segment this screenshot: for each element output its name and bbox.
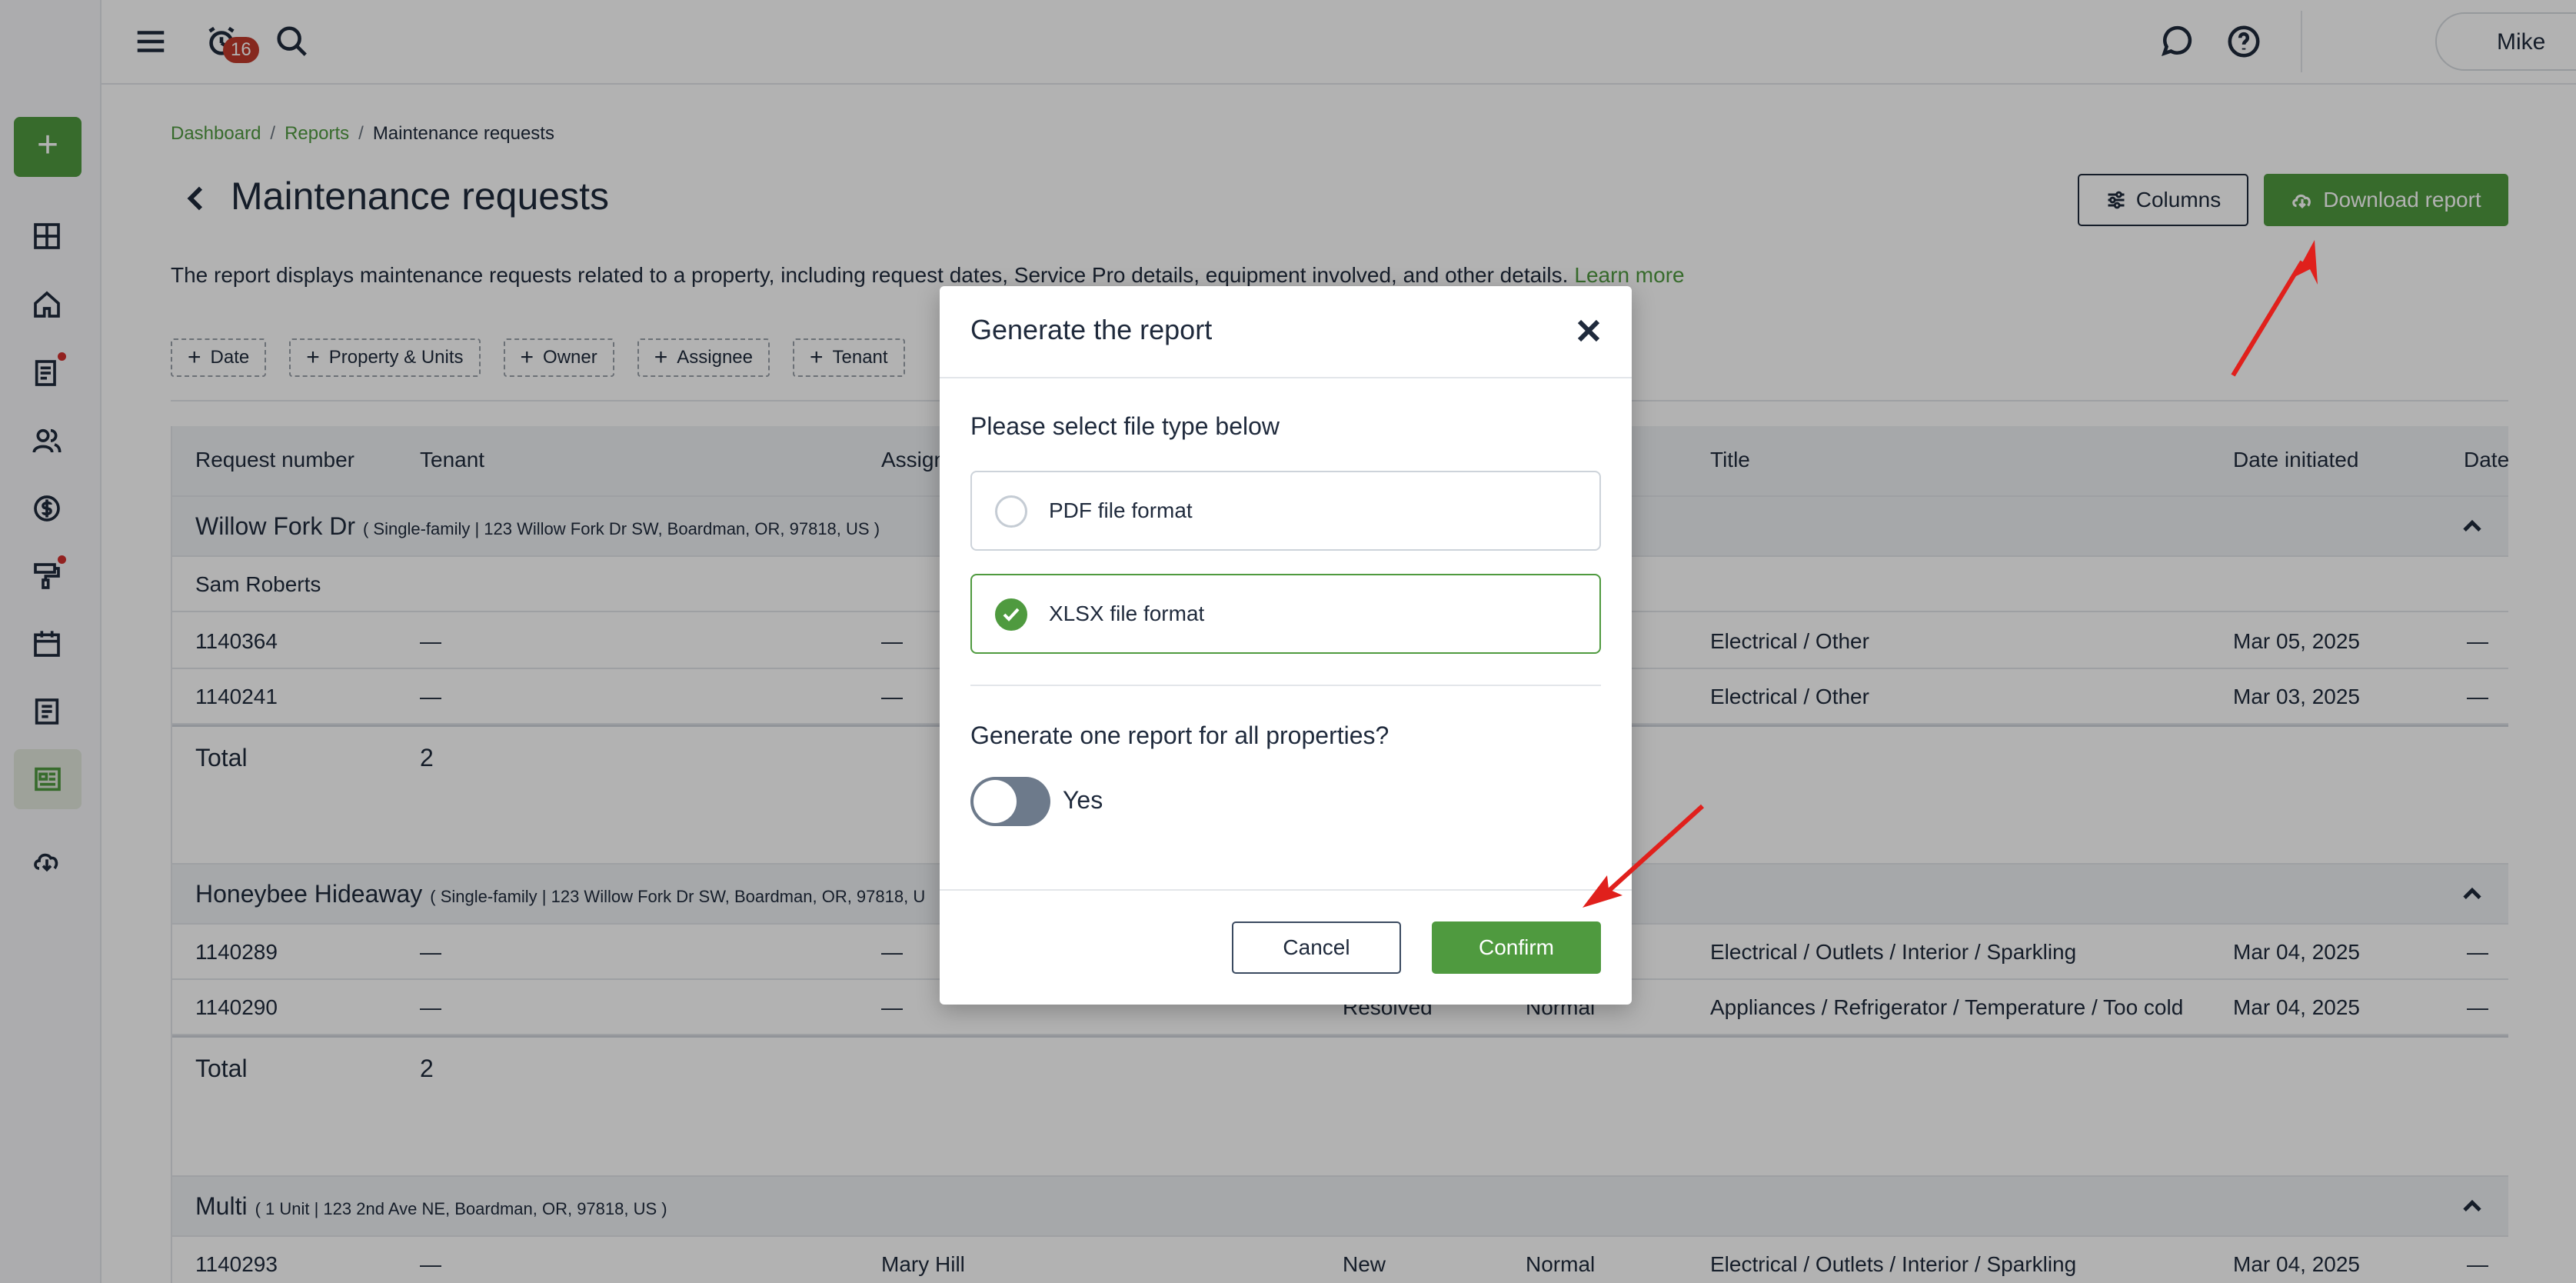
close-icon[interactable] bbox=[1575, 317, 1603, 345]
toggle-knob bbox=[973, 780, 1017, 823]
confirm-button[interactable]: Confirm bbox=[1432, 921, 1601, 974]
radio-unchecked[interactable] bbox=[995, 495, 1027, 528]
option-label: PDF file format bbox=[1049, 498, 1193, 522]
all-properties-prompt: Generate one report for all properties? bbox=[970, 721, 1390, 749]
dialog-divider bbox=[970, 685, 1601, 686]
file-type-prompt: Please select file type below bbox=[970, 412, 1280, 440]
all-properties-toggle[interactable] bbox=[970, 777, 1050, 826]
dialog-divider bbox=[940, 377, 1632, 378]
option-label: XLSX file format bbox=[1049, 602, 1205, 625]
xlsx-option[interactable]: XLSX file format bbox=[970, 574, 1601, 654]
generate-report-dialog: Generate the report Please select file t… bbox=[940, 286, 1632, 1005]
toggle-label: Yes bbox=[1063, 786, 1103, 814]
dialog-divider bbox=[940, 889, 1632, 891]
cancel-button[interactable]: Cancel bbox=[1232, 921, 1401, 974]
pdf-option[interactable]: PDF file format bbox=[970, 471, 1601, 551]
radio-checked[interactable] bbox=[995, 598, 1027, 631]
check-icon bbox=[1003, 608, 1020, 622]
dialog-title: Generate the report bbox=[970, 314, 1213, 345]
